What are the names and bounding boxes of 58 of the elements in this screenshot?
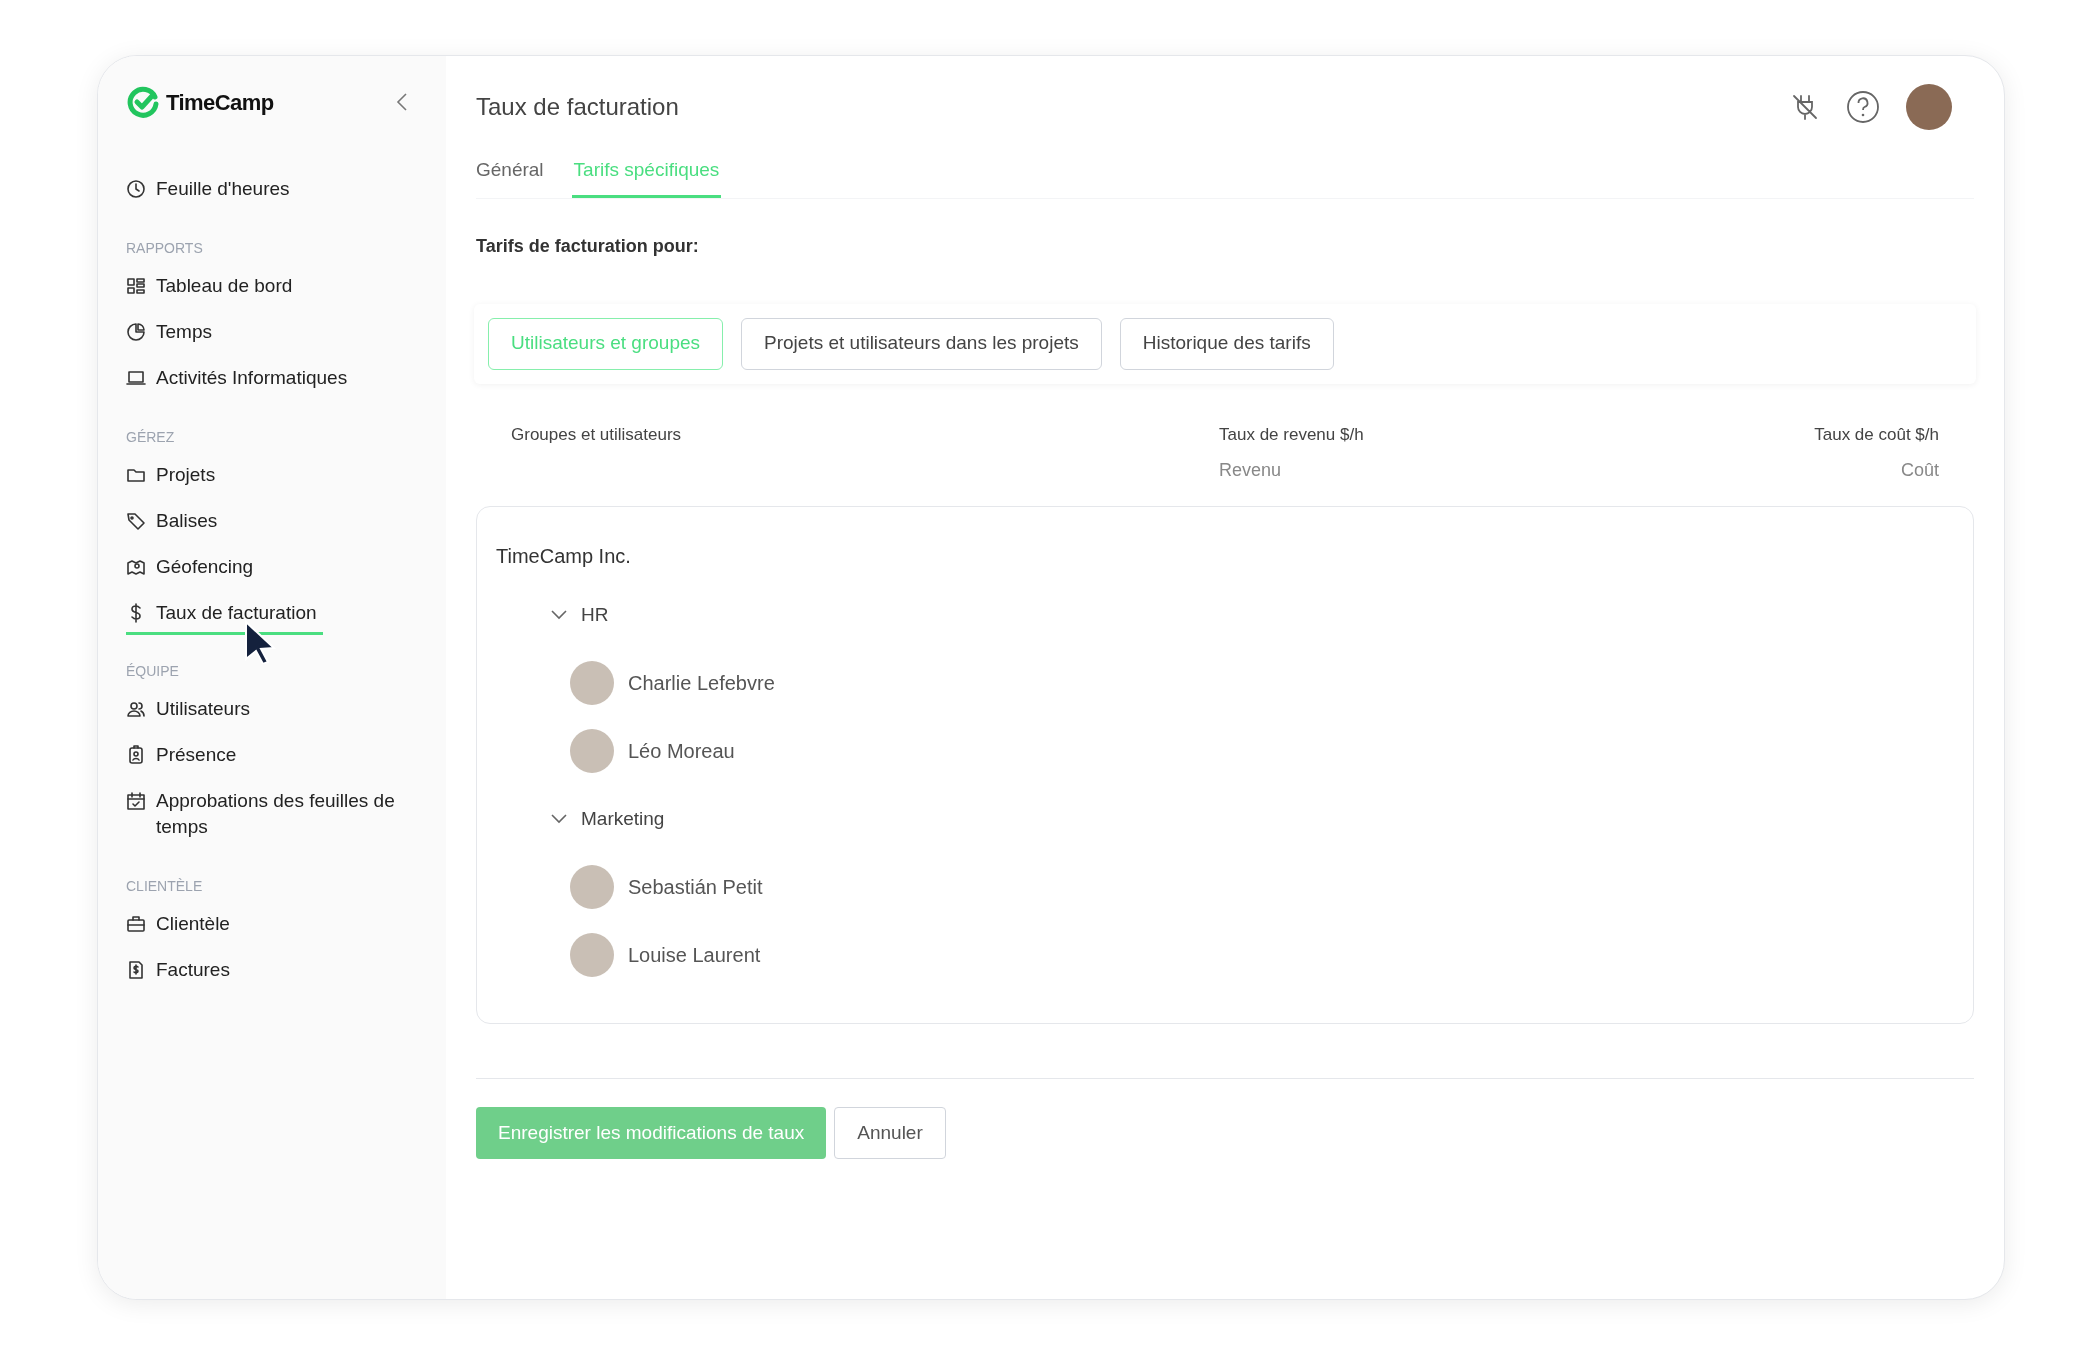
logo-icon — [126, 85, 160, 119]
avatar — [570, 729, 614, 773]
section-heading: GÉREZ — [126, 428, 175, 447]
column-header: Groupes et utilisateurs — [511, 423, 682, 446]
users-icon — [126, 699, 146, 719]
column-header: Taux de coût $/h — [1814, 423, 1939, 446]
logo-text: TimeCamp — [166, 88, 274, 117]
column-subheader: Coût — [1900, 459, 1939, 482]
user-name: Louise Laurent — [628, 943, 761, 968]
sidebar-item[interactable]: Clientèle — [126, 901, 230, 947]
map-pin-icon — [126, 557, 146, 577]
avatar — [570, 865, 614, 909]
section-title: Tarifs de facturation pour: — [476, 234, 699, 258]
briefcase-icon — [126, 914, 146, 934]
sidebar-item[interactable]: Projets — [126, 452, 216, 498]
section-heading: CLIENTÈLE — [126, 877, 203, 896]
laptop-icon — [126, 368, 146, 388]
badge-icon — [126, 745, 146, 765]
sidebar-item[interactable]: Taux de facturation — [126, 590, 323, 635]
help-icon[interactable] — [1846, 90, 1880, 124]
group-row[interactable]: Marketing — [496, 785, 665, 853]
clock-icon — [126, 179, 146, 199]
tab[interactable]: Général — [476, 156, 544, 198]
pie-chart-icon — [126, 322, 146, 342]
tag-icon — [126, 511, 146, 531]
plug-icon[interactable] — [1790, 92, 1820, 122]
avatar — [570, 661, 614, 705]
sidebar-item[interactable]: Présence — [126, 732, 237, 778]
filter-button[interactable]: Projets et utilisateurs dans les projets — [741, 317, 1102, 370]
column-subheader: Revenu — [1219, 459, 1282, 482]
cancel-button[interactable]: Annuler — [834, 1107, 946, 1159]
sidebar-item[interactable]: Utilisateurs — [126, 686, 250, 732]
collapse-sidebar-icon[interactable] — [396, 93, 408, 111]
sidebar-item[interactable]: Géofencing — [126, 544, 254, 590]
sidebar-item[interactable]: Balises — [126, 498, 218, 544]
chevron-icon — [551, 610, 567, 620]
sidebar-item[interactable]: Approbations des feuilles de temps — [126, 778, 416, 850]
filter-button[interactable]: Historique des tarifs — [1119, 317, 1334, 370]
invoice-icon — [126, 960, 146, 980]
sidebar-item[interactable]: Temps — [126, 309, 212, 355]
user-name: Sebastián Petit — [628, 875, 763, 900]
group-row[interactable]: HR — [496, 581, 609, 649]
section-heading: ÉQUIPE — [126, 662, 179, 681]
avatar — [570, 933, 614, 977]
page-title: Taux de facturation — [476, 92, 679, 122]
sidebar-item[interactable]: Activités Informatiques — [126, 355, 348, 401]
chevron-icon — [551, 814, 567, 824]
user-name: Charlie Lefebvre — [628, 671, 775, 696]
calendar-check-icon — [126, 791, 146, 811]
column-header: Taux de revenu $/h — [1219, 423, 1364, 446]
user-name: Léo Moreau — [628, 739, 735, 764]
user-avatar[interactable] — [1906, 84, 1952, 130]
section-heading: RAPPORTS — [126, 239, 203, 258]
grid-icon — [126, 276, 146, 296]
company-name: TimeCamp Inc. — [496, 544, 631, 569]
sidebar-item[interactable]: Factures — [126, 947, 230, 993]
sidebar-item[interactable]: Tableau de bord — [126, 263, 293, 309]
sidebar-item[interactable]: Feuille d'heures — [126, 166, 290, 212]
